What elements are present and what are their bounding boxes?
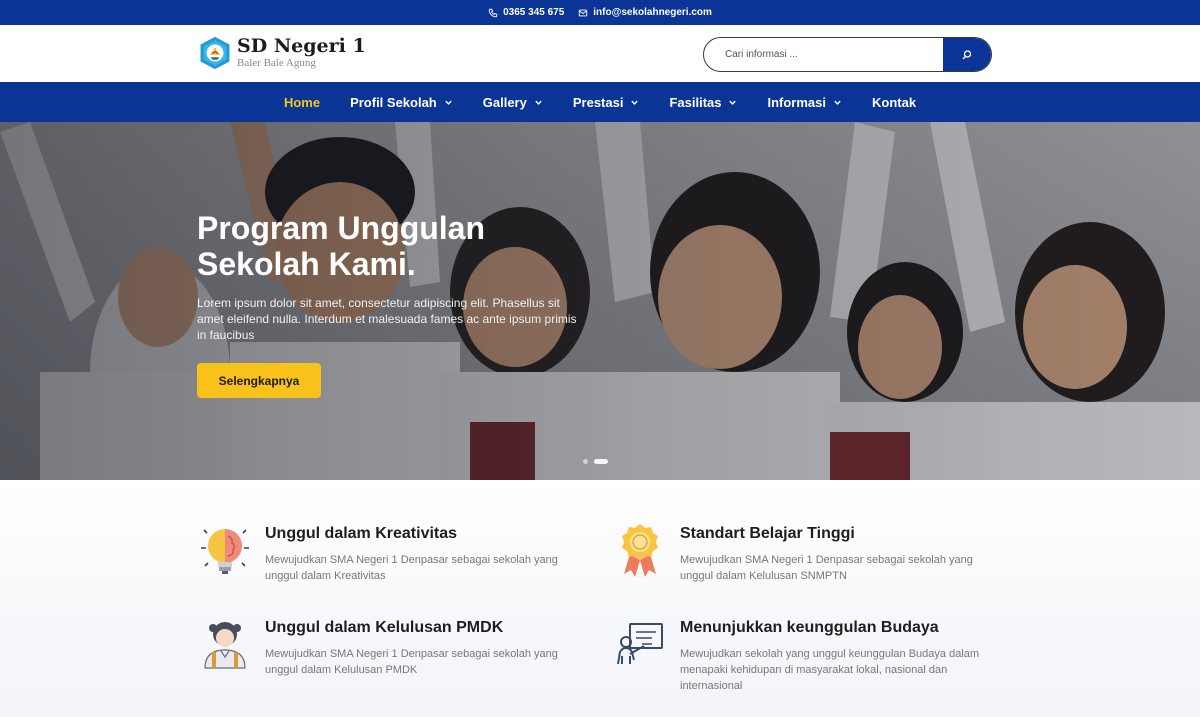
hero-title: Program Unggulan Sekolah Kami. (197, 210, 486, 282)
feature-body: Menunjukkan keunggulan Budaya Mewujudkan… (680, 616, 980, 694)
feature-title: Unggul dalam Kreativitas (265, 525, 458, 542)
school-brand: SD Negeri 1 Baler Bale Agung (237, 37, 366, 69)
hero-overlay (0, 122, 1200, 480)
read-more-button[interactable]: Selengkapnya (197, 363, 321, 398)
nav-item-home[interactable]: Home (269, 82, 335, 122)
phone-icon (488, 8, 498, 17)
nav-item-label: Gallery (482, 94, 527, 110)
email-contact[interactable]: info@sekolahnegeri.com (578, 7, 712, 18)
feature-item: Unggul dalam Kelulusan PMDK Mewujudkan S… (199, 616, 565, 678)
nav-item-label: Prestasi (572, 94, 624, 110)
main-nav: Home Profil Sekolah Gallery Prestasi Fas… (0, 82, 1200, 122)
nav-item-informasi[interactable]: Informasi (752, 82, 857, 122)
nav-item-profil-sekolah[interactable]: Profil Sekolah (335, 82, 468, 122)
nav-item-label: Home (283, 94, 321, 110)
feature-title: Unggul dalam Kelulusan PMDK (265, 619, 504, 636)
feature-body: Unggul dalam Kreativitas Mewujudkan SMA … (265, 522, 565, 584)
nav-item-gallery[interactable]: Gallery (468, 82, 558, 122)
nav-item-label: Informasi (767, 94, 826, 110)
feature-item: Menunjukkan keunggulan Budaya Mewujudkan… (614, 616, 980, 694)
search-input[interactable] (704, 38, 943, 71)
search-icon (962, 49, 972, 59)
school-logo[interactable]: SD Negeri 1 Baler Bale Agung (198, 36, 366, 70)
student-icon (204, 622, 246, 669)
chevron-down-icon (535, 100, 542, 105)
features-section: Unggul dalam Kreativitas Mewujudkan SMA … (0, 480, 1200, 717)
hero-description: Lorem ipsum dolor sit amet, consectetur … (197, 296, 577, 342)
slider-dot[interactable] (583, 459, 588, 464)
slider-dots (583, 459, 608, 464)
nav-item-kontak[interactable]: Kontak (857, 82, 931, 122)
chevron-down-icon (834, 100, 841, 105)
chevron-down-icon (631, 100, 639, 105)
feature-body: Standart Belajar Tinggi Mewujudkan SMA N… (680, 522, 980, 584)
site-header: SD Negeri 1 Baler Bale Agung (0, 25, 1200, 82)
phone-contact[interactable]: 0365 345 675 (488, 7, 564, 18)
award-medal-icon (622, 524, 658, 577)
nav-item-fasilitas[interactable]: Fasilitas (654, 82, 752, 122)
email-address: info@sekolahnegeri.com (593, 7, 712, 18)
tut-wuri-handayani-emblem-icon (200, 36, 230, 70)
teacher-board-icon (617, 623, 663, 665)
nav-item-label: Fasilitas (669, 94, 722, 110)
chevron-down-icon (445, 100, 452, 105)
nav-item-prestasi[interactable]: Prestasi (558, 82, 655, 122)
feature-title: Standart Belajar Tinggi (680, 525, 855, 542)
chevron-down-icon (729, 100, 737, 105)
search-button[interactable] (943, 38, 991, 71)
feature-item: Standart Belajar Tinggi Mewujudkan SMA N… (614, 522, 980, 584)
feature-text: Mewujudkan SMA Negeri 1 Denpasar sebagai… (265, 648, 558, 676)
bulb-brain-icon (201, 529, 249, 574)
hero-content: Program Unggulan Sekolah Kami. Lorem ips… (197, 210, 587, 398)
nav-item-label: Profil Sekolah (350, 94, 437, 110)
hero-slider: Program Unggulan Sekolah Kami. Lorem ips… (0, 122, 1200, 480)
search-box (703, 37, 992, 72)
top-contact-bar: 0365 345 675 info@sekolahnegeri.com (0, 0, 1200, 25)
school-name: SD Negeri 1 (237, 35, 366, 57)
phone-number: 0365 345 675 (503, 7, 565, 18)
school-subtitle: Baler Bale Agung (237, 57, 316, 69)
mail-icon (579, 9, 588, 16)
feature-title: Menunjukkan keunggulan Budaya (680, 619, 939, 636)
slider-dot-active[interactable] (594, 459, 608, 464)
feature-text: Mewujudkan SMA Negeri 1 Denpasar sebagai… (265, 554, 558, 582)
nav-item-label: Kontak (872, 94, 917, 110)
feature-body: Unggul dalam Kelulusan PMDK Mewujudkan S… (265, 616, 565, 678)
feature-item: Unggul dalam Kreativitas Mewujudkan SMA … (199, 522, 565, 584)
feature-text: Mewujudkan sekolah yang unggul keunggula… (680, 648, 980, 692)
feature-text: Mewujudkan SMA Negeri 1 Denpasar sebagai… (680, 554, 973, 582)
